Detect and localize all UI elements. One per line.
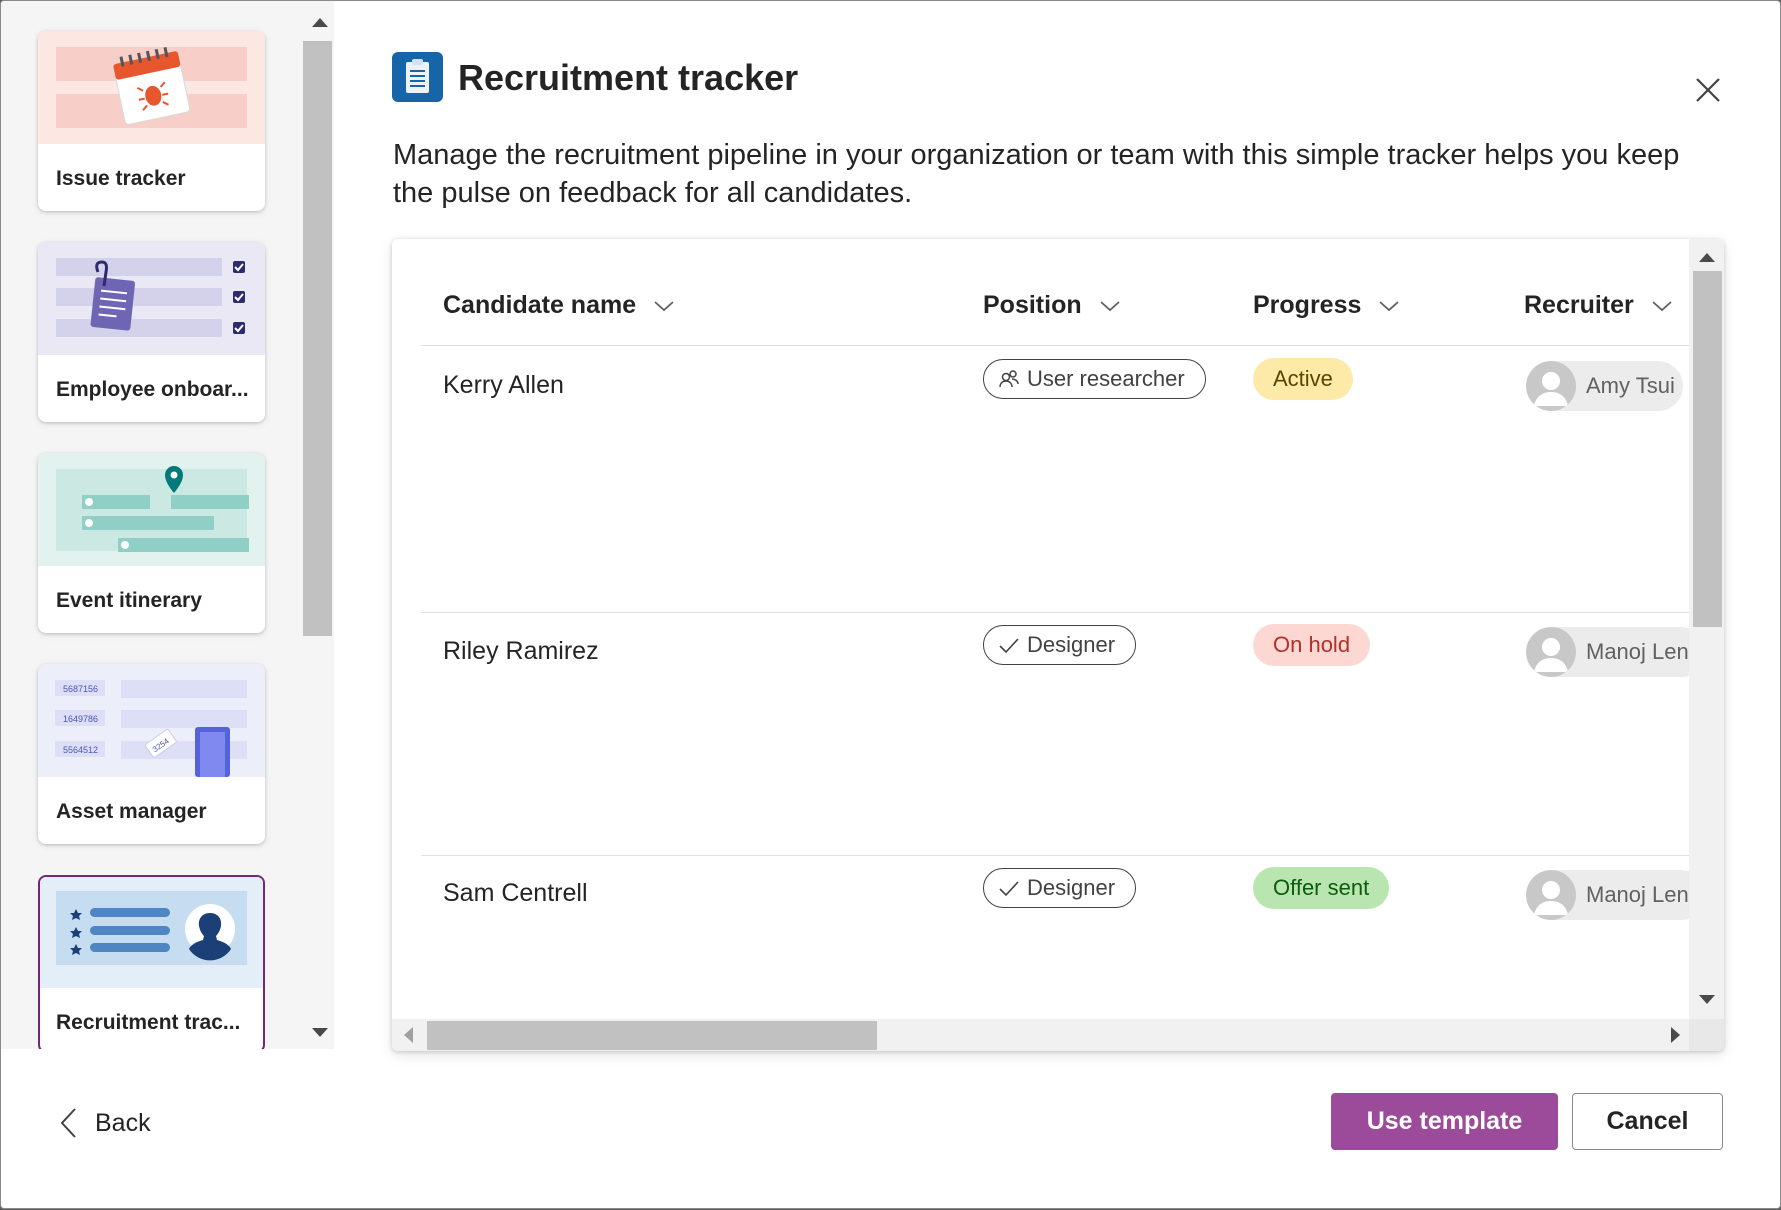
template-gallery: Issue tracker Employee onboar... Event i… bbox=[1, 1, 334, 1049]
preview-vertical-scrollbar[interactable] bbox=[1689, 239, 1724, 1019]
column-header-label: Progress bbox=[1253, 291, 1362, 319]
scrollbar-thumb[interactable] bbox=[427, 1021, 877, 1050]
template-card-asset-manager[interactable]: 5687156 1649786 5564512 3254 Asset manag… bbox=[38, 664, 265, 844]
candidate-profile-icon bbox=[40, 877, 263, 988]
chevron-down-icon bbox=[1652, 301, 1672, 312]
position-label: User researcher bbox=[1027, 366, 1185, 391]
template-card-recruitment-tracker[interactable]: Recruitment trac... bbox=[38, 875, 265, 1049]
scroll-up-arrow-icon[interactable] bbox=[312, 18, 328, 27]
scroll-right-arrow-icon[interactable] bbox=[1671, 1027, 1680, 1043]
template-preview: Candidate name Position Progress Recruit… bbox=[392, 239, 1724, 1051]
recruiter-name: Amy Tsui bbox=[1586, 373, 1675, 398]
clipboard-checklist-icon bbox=[38, 242, 265, 355]
progress-badge: On hold bbox=[1253, 624, 1371, 666]
template-card-label: Recruitment trac... bbox=[56, 1011, 241, 1034]
progress-badge: Offer sent bbox=[1253, 867, 1390, 909]
column-header-recruiter[interactable]: Recruiter bbox=[1524, 291, 1673, 320]
column-header-progress[interactable]: Progress bbox=[1253, 291, 1400, 320]
chevron-down-icon bbox=[1379, 301, 1399, 312]
asset-code: 5687156 bbox=[63, 684, 98, 694]
use-template-button[interactable]: Use template bbox=[1331, 1093, 1558, 1150]
people-icon bbox=[999, 370, 1019, 388]
progress-label: Active bbox=[1273, 366, 1333, 391]
scrollbar-thumb[interactable] bbox=[1693, 271, 1722, 627]
position-label: Designer bbox=[1027, 632, 1116, 657]
template-card-employee-onboarding[interactable]: Employee onboar... bbox=[38, 242, 265, 422]
template-card-label: Asset manager bbox=[56, 800, 207, 823]
chevron-left-icon bbox=[60, 1108, 76, 1138]
position-label: Designer bbox=[1027, 875, 1116, 900]
position-pill: Designer bbox=[983, 625, 1137, 665]
avatar bbox=[1526, 627, 1576, 677]
calendar-bug-icon bbox=[38, 31, 265, 144]
column-header-position[interactable]: Position bbox=[983, 291, 1121, 320]
scroll-up-arrow-icon[interactable] bbox=[1699, 253, 1715, 262]
column-header-candidate-name[interactable]: Candidate name bbox=[443, 291, 675, 320]
recruiter-name: Manoj Lenka bbox=[1586, 882, 1706, 907]
notepad-app-icon bbox=[392, 52, 443, 102]
avatar bbox=[1526, 870, 1576, 920]
scroll-left-arrow-icon[interactable] bbox=[404, 1027, 413, 1043]
asset-tag-phone-icon: 5687156 1649786 5564512 3254 bbox=[38, 664, 265, 777]
scroll-down-arrow-icon[interactable] bbox=[312, 1028, 328, 1037]
template-dialog: Issue tracker Employee onboar... Event i… bbox=[0, 0, 1781, 1209]
gallery-scrollbar[interactable] bbox=[303, 1, 334, 1049]
row-divider bbox=[421, 612, 1712, 613]
progress-label: Offer sent bbox=[1273, 875, 1370, 900]
candidate-name: Sam Centrell bbox=[443, 879, 588, 907]
column-header-label: Position bbox=[983, 291, 1082, 319]
template-card-issue-tracker[interactable]: Issue tracker bbox=[38, 31, 265, 211]
template-card-label: Event itinerary bbox=[56, 589, 202, 612]
map-pin-icon bbox=[38, 453, 265, 566]
checkmark-icon bbox=[999, 881, 1019, 897]
close-icon[interactable] bbox=[1693, 75, 1723, 105]
recruiter-chip: Manoj Lenka bbox=[1526, 627, 1706, 677]
scroll-down-arrow-icon[interactable] bbox=[1699, 995, 1715, 1004]
recruiter-name: Manoj Lenka bbox=[1586, 639, 1706, 664]
back-button-label: Back bbox=[95, 1108, 151, 1137]
chevron-down-icon bbox=[654, 301, 674, 312]
back-button[interactable]: Back bbox=[59, 1103, 151, 1143]
asset-code: 1649786 bbox=[63, 714, 98, 724]
scrollbar-thumb[interactable] bbox=[303, 41, 332, 636]
column-header-label: Recruiter bbox=[1524, 291, 1634, 319]
progress-label: On hold bbox=[1273, 632, 1351, 657]
progress-badge: Active bbox=[1253, 358, 1353, 400]
template-card-label: Issue tracker bbox=[56, 167, 186, 190]
position-pill: Designer bbox=[983, 868, 1137, 908]
row-divider bbox=[421, 345, 1712, 346]
recruiter-chip: Manoj Lenka bbox=[1526, 870, 1706, 920]
template-description: Manage the recruitment pipeline in your … bbox=[393, 139, 1680, 209]
cancel-button[interactable]: Cancel bbox=[1572, 1093, 1723, 1150]
candidate-name: Riley Ramirez bbox=[443, 637, 599, 665]
template-card-event-itinerary[interactable]: Event itinerary bbox=[38, 453, 265, 633]
avatar bbox=[1526, 361, 1576, 411]
candidate-name: Kerry Allen bbox=[443, 371, 564, 399]
chevron-down-icon bbox=[1099, 301, 1120, 312]
column-header-label: Candidate name bbox=[443, 291, 637, 319]
position-pill: User researcher bbox=[983, 359, 1206, 399]
asset-code: 5564512 bbox=[63, 745, 98, 755]
scrollbar-corner bbox=[1689, 1019, 1724, 1051]
checkmark-icon bbox=[999, 638, 1019, 654]
preview-horizontal-scrollbar[interactable] bbox=[392, 1019, 1689, 1051]
template-card-label: Employee onboar... bbox=[56, 378, 249, 401]
recruiter-chip: Amy Tsui bbox=[1526, 361, 1683, 411]
page-title: Recruitment tracker bbox=[458, 57, 799, 98]
row-divider bbox=[421, 855, 1712, 856]
